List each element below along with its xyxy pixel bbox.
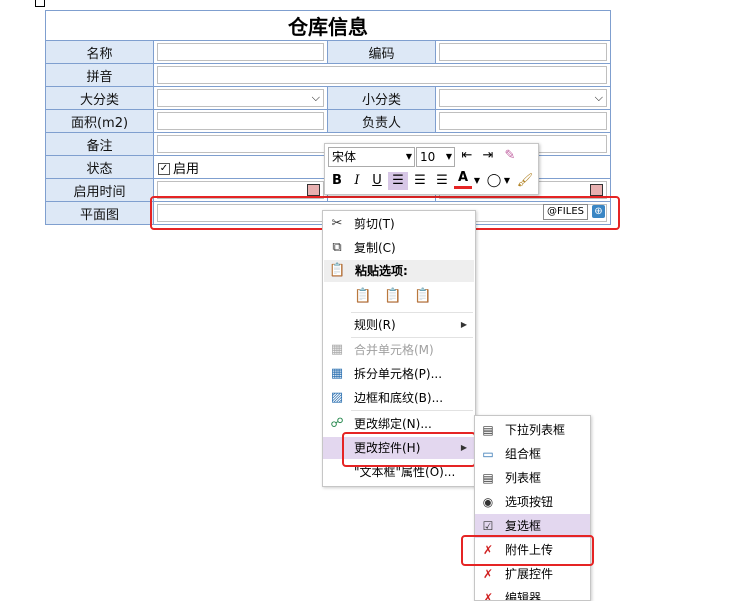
extension-icon: ✗	[482, 567, 494, 581]
chevron-down-icon[interactable]: ▼	[446, 148, 452, 166]
highlight-attachment-upload	[461, 535, 594, 566]
fill-color-icon[interactable]: ◯	[485, 172, 503, 190]
paste-merge-format-icon[interactable]: 📋	[384, 287, 402, 305]
underline-button[interactable]: U	[368, 172, 386, 190]
scissors-icon: ✂	[331, 216, 343, 231]
submenu-item-listbox[interactable]: ▤ 列表框	[475, 466, 590, 490]
increase-indent-icon[interactable]: ⇥	[479, 147, 497, 165]
menu-item-split-cells[interactable]: ▦ 拆分单元格(P)...	[323, 363, 475, 385]
code-field[interactable]	[439, 43, 607, 61]
chevron-down-icon[interactable]: ▼	[406, 148, 412, 166]
menu-separator	[351, 312, 473, 313]
chevron-down-icon[interactable]: ▼	[473, 172, 481, 190]
submenu-item-combobox[interactable]: ▭ 组合框	[475, 442, 590, 466]
align-right-button[interactable]: ☰	[432, 172, 452, 190]
italic-button[interactable]: I	[348, 172, 366, 190]
enable-time-label: 启用时间	[45, 178, 154, 202]
area-label: 面积(m2)	[45, 109, 154, 133]
align-left-button[interactable]: ☰	[388, 172, 408, 190]
pinyin-label: 拼音	[45, 63, 154, 87]
floorplan-label: 平面图	[45, 201, 154, 225]
bold-button[interactable]: B	[328, 172, 346, 190]
align-center-button[interactable]: ☰	[410, 172, 430, 190]
paste-text-only-icon[interactable]: 📋	[414, 287, 432, 305]
listbox-icon: ▤	[482, 471, 494, 485]
format-painter-icon[interactable]: 🖌	[516, 172, 534, 190]
chevron-down-icon[interactable]: ▼	[503, 172, 511, 190]
code-label: 编码	[327, 40, 436, 64]
menu-separator	[351, 410, 473, 411]
editor-icon: ✗	[482, 591, 494, 601]
mini-toolbar: 宋体 ▼ 10 ▼ ⇤ ⇥ ✎ B I U ☰ ☰ ☰ A ▼ ◯ ▼ 🖌	[324, 143, 539, 195]
font-color-button[interactable]: A	[454, 170, 472, 189]
calendar-icon[interactable]	[590, 184, 603, 196]
name-label: 名称	[45, 40, 154, 64]
chevron-down-icon: ⌵	[594, 91, 603, 104]
font-size-box[interactable]: 10 ▼	[416, 147, 455, 167]
dropdown-list-icon: ▤	[482, 423, 494, 437]
calendar-icon[interactable]	[307, 184, 320, 196]
area-field[interactable]	[157, 112, 324, 130]
form-title: 仓库信息	[45, 10, 611, 41]
remark-label: 备注	[45, 132, 154, 156]
clipboard-icon: 📋	[329, 263, 346, 278]
menu-item-copy[interactable]: ⧉ 复制(C)	[323, 237, 475, 259]
status-label: 状态	[45, 155, 154, 179]
pinyin-field[interactable]	[157, 66, 607, 84]
decrease-indent-icon[interactable]: ⇤	[458, 147, 476, 165]
category-select[interactable]: ⌵	[157, 89, 324, 107]
merge-cells-icon: ▦	[330, 342, 344, 357]
name-field[interactable]	[157, 43, 324, 61]
paste-keep-format-icon[interactable]: 📋	[354, 287, 372, 305]
status-checkbox[interactable]: ✓	[158, 163, 170, 175]
binding-icon: ☍	[330, 416, 344, 431]
manager-label: 负责人	[327, 109, 436, 133]
radio-button-icon: ◉	[482, 495, 494, 509]
eraser-icon[interactable]: ✎	[501, 147, 519, 165]
status-checkbox-label: 启用	[173, 161, 200, 177]
split-cells-icon: ▦	[330, 366, 344, 381]
change-control-submenu: ▤ 下拉列表框 ▭ 组合框 ▤ 列表框 ◉ 选项按钮 ☑ 复选框 ✗ 附件上传 …	[474, 415, 591, 601]
highlight-change-control	[342, 432, 476, 467]
paste-options-header: 📋 粘贴选项:	[324, 260, 474, 282]
checkbox-icon: ☑	[482, 519, 494, 533]
subcategory-label: 小分类	[327, 86, 436, 110]
borders-icon: ▨	[330, 390, 344, 405]
combobox-icon: ▭	[482, 447, 494, 461]
manager-field[interactable]	[439, 112, 607, 130]
category-label: 大分类	[45, 86, 154, 110]
subcategory-select[interactable]: ⌵	[439, 89, 607, 107]
font-name-box[interactable]: 宋体 ▼	[328, 147, 415, 167]
menu-item-rules[interactable]: 规则(R) ▶	[323, 314, 475, 336]
menu-item-merge-cells[interactable]: ▦ 合并单元格(M)	[323, 339, 475, 361]
chevron-right-icon: ▶	[460, 320, 467, 329]
menu-separator	[351, 337, 473, 338]
text-cursor-marker	[35, 0, 45, 7]
submenu-item-dropdown[interactable]: ▤ 下拉列表框	[475, 418, 590, 442]
chevron-down-icon: ⌵	[311, 91, 320, 104]
menu-item-borders[interactable]: ▨ 边框和底纹(B)...	[323, 387, 475, 409]
menu-item-cut[interactable]: ✂ 剪切(T)	[323, 213, 475, 235]
copy-icon: ⧉	[332, 240, 342, 255]
submenu-item-radio[interactable]: ◉ 选项按钮	[475, 490, 590, 514]
